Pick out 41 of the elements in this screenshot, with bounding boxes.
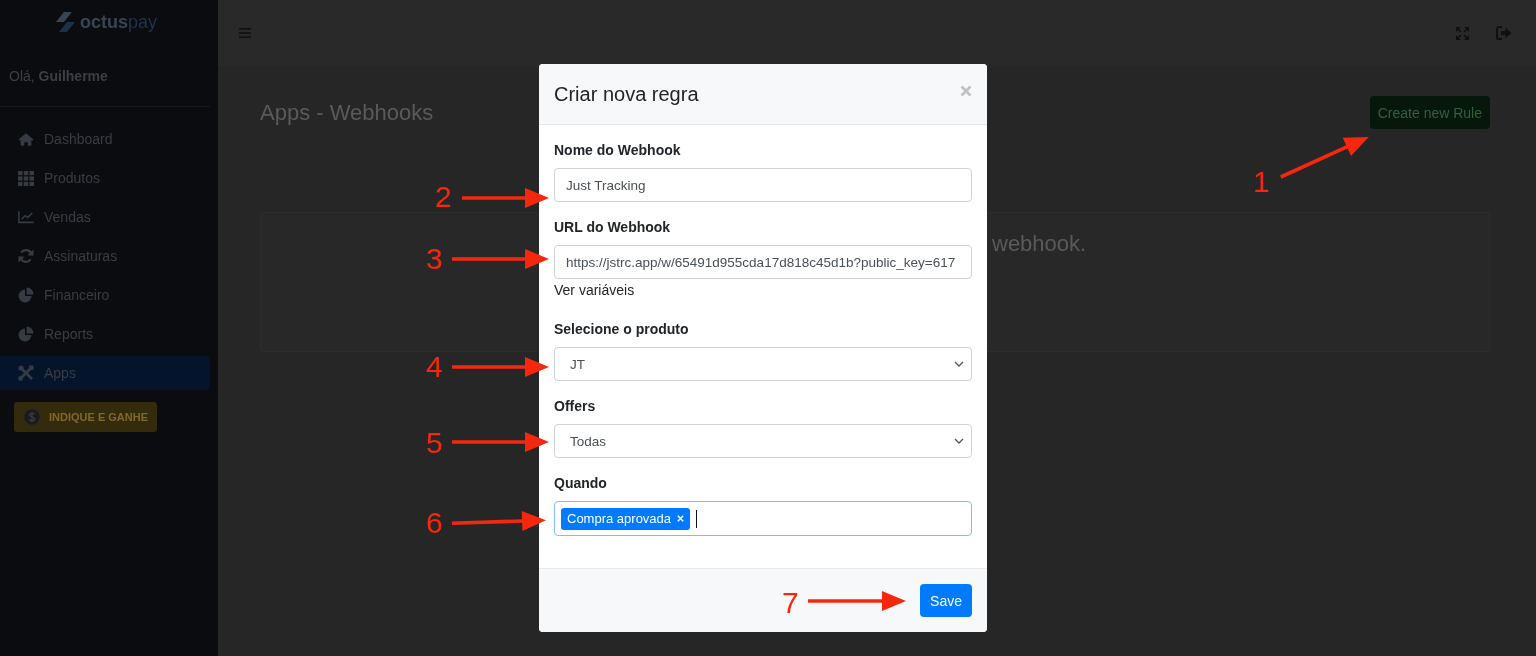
referral-button[interactable]: INDIQUE E GANHE: [14, 402, 157, 432]
save-button[interactable]: Save: [920, 584, 972, 617]
chevron-down-icon: [954, 438, 964, 444]
annotation-number: 6: [426, 508, 443, 538]
sync-icon: [18, 248, 34, 264]
fullscreen-icon[interactable]: [1456, 26, 1469, 40]
select-field[interactable]: JT: [554, 347, 972, 381]
view-variables-link[interactable]: Ver variáveis: [554, 280, 635, 300]
pie-chart-icon: [18, 287, 34, 303]
annotation-number: 2: [435, 182, 452, 212]
text-cursor: [696, 509, 698, 528]
annotation-number: 5: [426, 428, 443, 458]
coin-icon: [23, 408, 41, 426]
annotation-number: 7: [782, 588, 799, 618]
line-chart-icon: [18, 210, 34, 224]
annotation-number: 1: [1253, 167, 1270, 197]
field-label: URL do Webhook: [554, 218, 671, 237]
text-field[interactable]: https://jstrc.app/w/65491d955cda17d818c45d1b?public_key=617: [554, 245, 972, 279]
modal-title: Criar nova regra: [554, 82, 699, 106]
pie-chart-icon: [18, 326, 34, 342]
create-rule-button[interactable]: Create new Rule: [1369, 96, 1490, 129]
annotation-number: 3: [426, 244, 443, 274]
tools-icon: [18, 365, 34, 381]
menu-icon[interactable]: [239, 28, 251, 38]
logo-icon: [54, 11, 77, 33]
chevron-down-icon: [954, 361, 964, 367]
home-icon: [18, 131, 34, 147]
text-field[interactable]: Just Tracking: [554, 168, 972, 202]
logo-text: octuspay: [80, 11, 158, 34]
event-tag: Compra aprovada: [561, 507, 691, 530]
tag-input-field[interactable]: Compra aprovada: [554, 501, 972, 536]
tag-remove-icon[interactable]: [677, 515, 685, 522]
field-label: Nome do Webhook: [554, 141, 681, 160]
select-field[interactable]: Todas: [554, 424, 972, 458]
field-label: Selecione o produto: [554, 320, 689, 339]
logout-icon[interactable]: [1496, 26, 1512, 40]
annotation-number: 4: [426, 352, 443, 382]
grid-icon: [18, 170, 34, 186]
close-icon[interactable]: [960, 85, 972, 97]
field-label: Offers: [554, 397, 596, 416]
field-label: Quando: [554, 474, 607, 493]
